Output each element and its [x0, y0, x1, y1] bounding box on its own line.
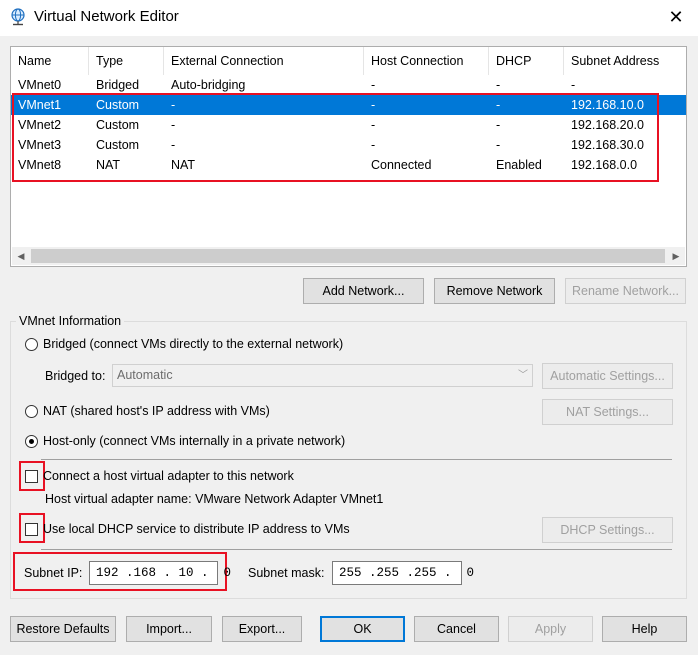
table-cell-external: Auto-bridging — [171, 78, 246, 92]
automatic-settings-button[interactable]: Automatic Settings... — [542, 363, 673, 389]
bridged-to-value: Automatic — [117, 368, 173, 382]
subnet-ip-label: Subnet IP: — [24, 566, 83, 580]
add-network-button[interactable]: Add Network... — [303, 278, 424, 304]
table-cell-name: VMnet0 — [18, 78, 62, 92]
table-cell-dhcp: - — [496, 78, 501, 92]
cancel-button[interactable]: Cancel — [414, 616, 499, 642]
column-header-external[interactable]: External Connection — [164, 47, 364, 75]
highlight-box-rows — [12, 93, 659, 182]
scrollbar-thumb[interactable] — [31, 249, 665, 263]
bridged-label[interactable]: Bridged (connect VMs directly to the ext… — [43, 337, 343, 351]
separator-2 — [41, 549, 672, 550]
bridged-radio[interactable] — [25, 338, 38, 351]
host-only-radio[interactable] — [25, 435, 38, 448]
highlight-box-connect-checkbox — [19, 461, 45, 491]
window-title: Virtual Network Editor — [34, 8, 179, 25]
nat-radio[interactable] — [25, 405, 38, 418]
apply-button[interactable]: Apply — [508, 616, 593, 642]
column-header-dhcp[interactable]: DHCP — [489, 47, 564, 75]
connect-adapter-label[interactable]: Connect a host virtual adapter to this n… — [43, 469, 294, 483]
table-cell-host: - — [371, 78, 376, 92]
radio-selected-dot — [29, 439, 34, 444]
bridged-to-select[interactable]: Automatic ﹀ — [112, 364, 533, 387]
host-only-label[interactable]: Host-only (connect VMs internally in a p… — [43, 434, 345, 448]
adapter-name-text: Host virtual adapter name: VMware Networ… — [45, 492, 384, 506]
scroll-right-arrow-icon[interactable]: ▶ — [667, 247, 685, 265]
horizontal-scrollbar[interactable]: ◀ ▶ — [12, 247, 685, 265]
remove-network-button[interactable]: Remove Network — [434, 278, 555, 304]
subnet-ip-input[interactable]: 192 .168 . 10 . 0 — [89, 561, 231, 585]
dhcp-settings-button[interactable]: DHCP Settings... — [542, 517, 673, 543]
network-globe-icon — [11, 8, 25, 26]
nat-label[interactable]: NAT (shared host's IP address with VMs) — [43, 404, 270, 418]
column-header-host[interactable]: Host Connection — [364, 47, 489, 75]
separator-1 — [41, 459, 672, 460]
subnet-mask-input[interactable]: 255 .255 .255 . 0 — [332, 561, 474, 585]
import-button[interactable]: Import... — [126, 616, 212, 642]
subnet-mask-label: Subnet mask: — [248, 566, 325, 580]
highlight-box-dhcp-checkbox — [19, 513, 45, 543]
restore-defaults-button[interactable]: Restore Defaults — [10, 616, 116, 642]
bridged-to-label: Bridged to: — [45, 369, 106, 383]
column-header-type[interactable]: Type — [89, 47, 164, 75]
dhcp-label[interactable]: Use local DHCP service to distribute IP … — [43, 522, 350, 536]
chevron-down-icon: ﹀ — [518, 370, 528, 381]
close-icon[interactable]: ✕ — [664, 5, 688, 29]
export-button[interactable]: Export... — [222, 616, 302, 642]
table-cell-subnet: - — [571, 78, 576, 92]
column-header-subnet[interactable]: Subnet Address — [564, 47, 686, 75]
rename-network-button[interactable]: Rename Network... — [565, 278, 686, 304]
ok-button[interactable]: OK — [320, 616, 405, 642]
table-row[interactable]: VMnet0 Bridged Auto-bridging - - - — [11, 75, 686, 95]
column-header-name[interactable]: Name — [11, 47, 89, 75]
help-button[interactable]: Help — [602, 616, 687, 642]
nat-settings-button[interactable]: NAT Settings... — [542, 399, 673, 425]
vmnet-info-label: VMnet Information — [16, 314, 125, 328]
table-cell-type: Bridged — [96, 78, 140, 92]
scroll-left-arrow-icon[interactable]: ◀ — [12, 247, 30, 265]
